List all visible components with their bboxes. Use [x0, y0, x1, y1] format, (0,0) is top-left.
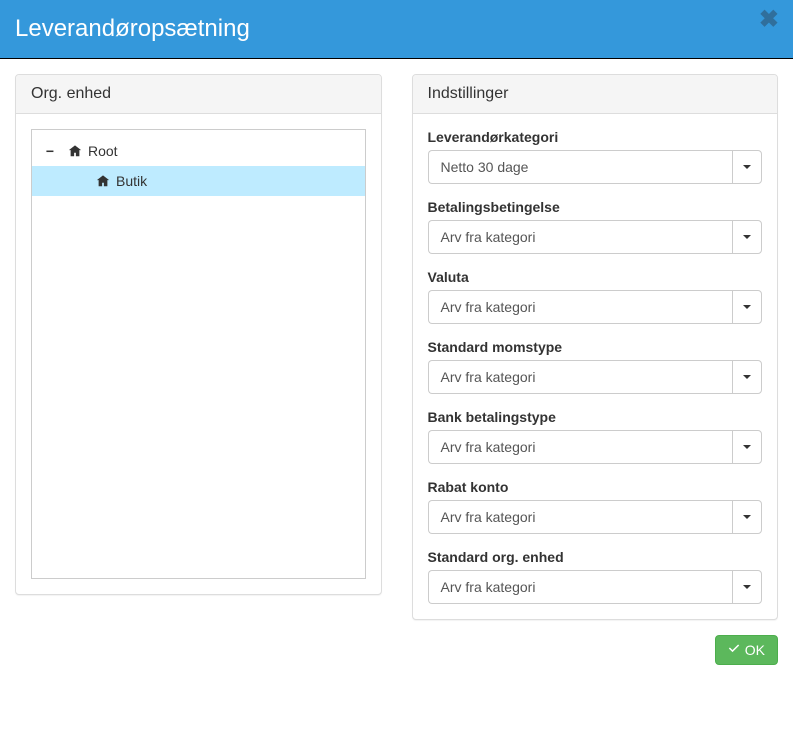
field-supplier-category: Leverandørkategori Netto 30 dage — [428, 129, 763, 184]
currency-select[interactable]: Arv fra kategori — [428, 290, 763, 324]
check-icon — [728, 642, 740, 658]
settings-panel-body: Leverandørkategori Netto 30 dage Betalin… — [413, 114, 778, 619]
supplier-setup-modal: Leverandøropsætning ✖ Org. enhed − Root — [0, 0, 793, 680]
chevron-down-icon[interactable] — [732, 570, 762, 604]
tree-node-label: Butik — [116, 173, 147, 189]
field-label: Valuta — [428, 269, 763, 285]
chevron-down-icon[interactable] — [732, 290, 762, 324]
org-unit-panel: Org. enhed − Root Butik — [15, 74, 382, 595]
modal-body: Org. enhed − Root Butik — [0, 59, 793, 635]
chevron-down-icon[interactable] — [732, 360, 762, 394]
select-value: Netto 30 dage — [428, 150, 733, 184]
field-label: Rabat konto — [428, 479, 763, 495]
field-label: Standard org. enhed — [428, 549, 763, 565]
default-vat-select[interactable]: Arv fra kategori — [428, 360, 763, 394]
modal-header: Leverandøropsætning ✖ — [0, 0, 793, 59]
field-bank-payment-type: Bank betalingstype Arv fra kategori — [428, 409, 763, 464]
field-label: Bank betalingstype — [428, 409, 763, 425]
tree-node-label: Root — [88, 143, 118, 159]
field-currency: Valuta Arv fra kategori — [428, 269, 763, 324]
chevron-down-icon[interactable] — [732, 150, 762, 184]
home-icon — [96, 174, 110, 188]
select-value: Arv fra kategori — [428, 360, 733, 394]
settings-panel-title: Indstillinger — [413, 75, 778, 114]
bank-payment-type-select[interactable]: Arv fra kategori — [428, 430, 763, 464]
field-default-vat: Standard momstype Arv fra kategori — [428, 339, 763, 394]
select-value: Arv fra kategori — [428, 500, 733, 534]
home-icon — [68, 144, 82, 158]
field-label: Leverandørkategori — [428, 129, 763, 145]
modal-title: Leverandøropsætning — [15, 15, 778, 43]
select-value: Arv fra kategori — [428, 570, 733, 604]
chevron-down-icon[interactable] — [732, 500, 762, 534]
settings-panel: Indstillinger Leverandørkategori Netto 3… — [412, 74, 779, 620]
org-tree: − Root Butik — [31, 129, 366, 579]
close-icon[interactable]: ✖ — [759, 8, 779, 32]
modal-footer: OK — [0, 635, 793, 680]
chevron-down-icon[interactable] — [732, 220, 762, 254]
field-label: Standard momstype — [428, 339, 763, 355]
discount-account-select[interactable]: Arv fra kategori — [428, 500, 763, 534]
payment-terms-select[interactable]: Arv fra kategori — [428, 220, 763, 254]
field-default-org-unit: Standard org. enhed Arv fra kategori — [428, 549, 763, 604]
org-unit-panel-title: Org. enhed — [16, 75, 381, 114]
chevron-down-icon[interactable] — [732, 430, 762, 464]
tree-node-root[interactable]: − Root — [32, 136, 365, 166]
ok-button-label: OK — [745, 642, 765, 658]
field-label: Betalingsbetingelse — [428, 199, 763, 215]
select-value: Arv fra kategori — [428, 220, 733, 254]
tree-node-butik[interactable]: Butik — [32, 166, 365, 196]
ok-button[interactable]: OK — [715, 635, 778, 665]
default-org-unit-select[interactable]: Arv fra kategori — [428, 570, 763, 604]
select-value: Arv fra kategori — [428, 430, 733, 464]
collapse-icon[interactable]: − — [40, 143, 60, 159]
field-discount-account: Rabat konto Arv fra kategori — [428, 479, 763, 534]
supplier-category-select[interactable]: Netto 30 dage — [428, 150, 763, 184]
field-payment-terms: Betalingsbetingelse Arv fra kategori — [428, 199, 763, 254]
select-value: Arv fra kategori — [428, 290, 733, 324]
org-unit-panel-body: − Root Butik — [16, 114, 381, 594]
